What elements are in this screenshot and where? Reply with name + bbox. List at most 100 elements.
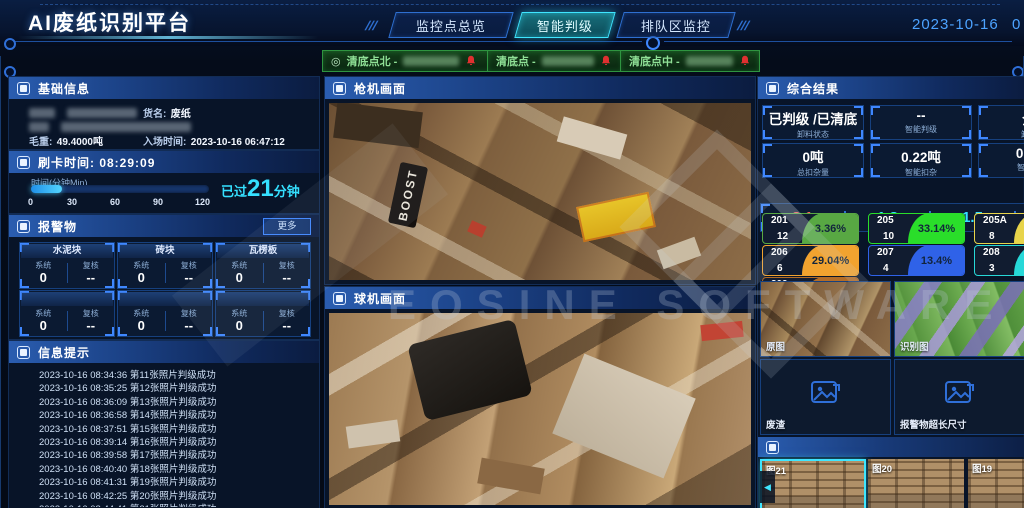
station-pill-middle[interactable]: 清底点中 - — [620, 50, 760, 72]
elapsed-progress-track — [31, 185, 209, 193]
tab-decor-left: /// — [363, 18, 379, 33]
alarm-bell-icon — [465, 55, 477, 67]
target-icon: ◎ — [331, 55, 341, 68]
message-log-list[interactable]: 2023-10-16 08:34:36 第11张照片判级成功 2023-10-1… — [39, 369, 313, 507]
grade-swoosh: 33.14% — [908, 213, 965, 244]
grade-count: 8 — [989, 231, 995, 242]
tab-smart-grading[interactable]: 智能判级 — [514, 12, 615, 38]
gross-weight-field: 毛重: 49.4000吨 — [29, 132, 103, 150]
alarm-card-title — [21, 292, 113, 306]
grade-count: 6 — [777, 263, 783, 274]
grade-code: 206 — [771, 247, 788, 258]
filmstrip-thumb-21[interactable]: 图21 — [760, 459, 866, 508]
tab-queue-monitor[interactable]: 排队区监控 — [616, 12, 735, 38]
grade-swoosh: 29.04% — [802, 245, 859, 276]
result-value: 0吨 — [763, 146, 863, 166]
review-value: -- — [166, 271, 213, 284]
log-line: 2023-10-16 08:37:51 第15张照片判级成功 — [39, 423, 313, 436]
panel-messages: 信息提示 2023-10-16 08:34:36 第11张照片判级成功 2023… — [8, 340, 320, 508]
panel-alarms: 报警物 更多 水泥块 系统0 复核-- 砖块 系统0 复核-- 瓦楞板 系统0 — [8, 214, 320, 340]
grade-count: 4 — [883, 263, 889, 274]
grade-code: 208 — [983, 247, 1000, 258]
sys-value: 0 — [118, 319, 165, 332]
thumb-residue-label: 废渣 — [766, 417, 785, 431]
photo-shard — [576, 192, 656, 243]
gun-camera-feed: BOOST — [329, 103, 751, 280]
result-label: 智能扣杂 — [871, 167, 971, 178]
gross-weight-label: 毛重: — [29, 137, 52, 148]
photo-shard — [657, 237, 701, 269]
filmstrip-thumb-19[interactable]: 图19 — [968, 459, 1024, 508]
result-label: 卸料状态 — [763, 129, 863, 140]
panel-ball-camera-title: 球机画面 — [354, 290, 406, 307]
panel-messages-header: 信息提示 — [9, 341, 319, 363]
panel-results: 综合结果 已判级 /已清底 卸料状态 -- 智能判级 全 卸料 0吨 总扣杂量 … — [757, 76, 1024, 508]
tab-smart-grading-label: 智能判级 — [537, 16, 593, 35]
alarm-card-title — [217, 292, 309, 306]
thumb-overlong-placeholder[interactable]: 报警物超长尺寸 — [894, 359, 1024, 435]
thumb-recognized-label: 识别图 — [900, 339, 929, 353]
grade-badge-201: 201 12 3.36% — [762, 213, 859, 244]
sys-value: 0 — [20, 319, 67, 332]
thumb-original-label: 原图 — [766, 339, 785, 353]
header-date: 2023-10-16 — [912, 16, 999, 33]
log-line: 2023-10-16 08:39:14 第16张照片判级成功 — [39, 436, 313, 449]
boost-cardboard-label: BOOST — [388, 162, 428, 228]
panel-gun-camera: 枪机画面 BOOST — [324, 76, 756, 285]
photo-shard — [557, 116, 628, 159]
station-label: 清底点中 - — [629, 53, 680, 69]
header-dashed-line — [40, 4, 1000, 5]
tab-monitor-overview-label: 监控点总览 — [416, 16, 486, 35]
panel-messages-title: 信息提示 — [38, 344, 90, 361]
filmstrip-thumb-label: 图20 — [872, 461, 892, 475]
grade-swoosh: 13.4% — [908, 245, 965, 276]
elapsed-progress-fill — [31, 185, 62, 193]
alarms-more-button[interactable]: 更多 — [263, 218, 311, 235]
log-line: 2023-10-16 08:41:31 第19张照片判级成功 — [39, 476, 313, 489]
panel-icon — [17, 346, 30, 359]
filmstrip-prev-button[interactable]: ◀ — [760, 471, 775, 503]
thumb-original[interactable]: 原图 — [760, 281, 891, 357]
image-placeholder-icon — [811, 381, 841, 407]
result-value: 0.22吨 — [871, 146, 971, 166]
top-header: AI废纸识别平台 /// 监控点总览 智能判级 排队区监控 /// 2023-1… — [0, 0, 1024, 46]
tick-30: 30 — [67, 197, 77, 207]
photo-shard — [467, 220, 486, 237]
header-left-dot — [4, 38, 16, 50]
thumb-recognized[interactable]: 识别图 — [894, 281, 1024, 357]
station-value-redacted — [542, 56, 594, 66]
result-card-smart-grade: -- 智能判级 — [870, 105, 972, 140]
photo-shard — [333, 103, 423, 148]
sys-value: 0 — [216, 271, 263, 284]
panel-gun-camera-title: 枪机画面 — [354, 80, 406, 97]
log-line: 2023-10-16 08:34:36 第11张照片判级成功 — [39, 369, 313, 382]
grade-code: 205 — [877, 215, 894, 226]
grade-percent: 33.14% — [918, 223, 955, 235]
panel-results-title: 综合结果 — [787, 80, 839, 97]
station-pill-main[interactable]: 清底点 - — [487, 50, 623, 72]
grade-code: 207 — [877, 247, 894, 258]
log-line: 2023-10-16 08:42:25 第20张照片判级成功 — [39, 490, 313, 503]
entry-time-label: 入场时间: — [143, 137, 186, 148]
grade-count: 10 — [883, 231, 894, 242]
entry-time-value: 2023-10-16 06:47:12 — [191, 137, 285, 148]
review-value: -- — [68, 319, 115, 332]
tab-decor-right: /// — [735, 18, 751, 33]
alarm-card-title: 瓦楞板 — [217, 244, 309, 258]
panel-basic-info: 基础信息 货名: 废纸 毛重: 49.4000吨 入场时间: 2023-10-1… — [8, 76, 320, 150]
photo-shard — [700, 321, 743, 341]
result-value: 已判级 /已清底 — [763, 108, 863, 128]
result-card-total-deduct: 0吨 总扣杂量 — [762, 143, 864, 178]
panel-ball-camera-header: 球机画面 — [325, 287, 755, 309]
alarm-card-title: 砖块 — [119, 244, 211, 258]
alarm-card-title — [119, 292, 211, 306]
filmstrip-thumb-20[interactable]: 图20 — [868, 459, 964, 508]
grade-badge-205A: 205A 8 — [974, 213, 1024, 244]
station-pill-north[interactable]: ◎ 清底点北 - — [322, 50, 492, 72]
elapsed-suffix: 分钟 — [274, 184, 300, 199]
photo-shard — [346, 419, 401, 448]
thumb-residue-placeholder[interactable]: 废渣 — [760, 359, 891, 435]
station-label: 清底点北 - — [347, 53, 398, 69]
panel-icon — [333, 82, 346, 95]
tab-monitor-overview[interactable]: 监控点总览 — [388, 12, 513, 38]
